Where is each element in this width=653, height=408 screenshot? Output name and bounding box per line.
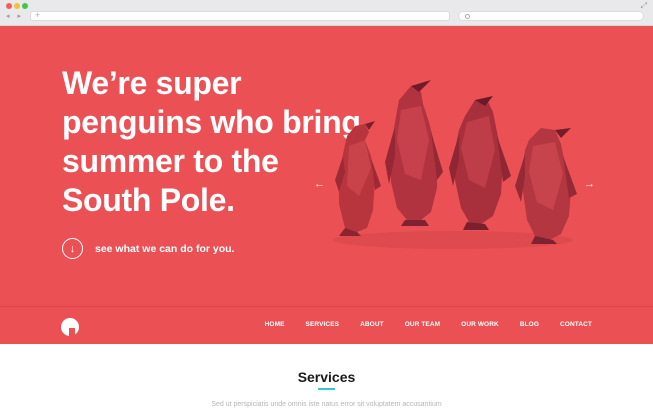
main-nav: HOME SERVICES ABOUT OUR TEAM OUR WORK BL… <box>0 306 653 344</box>
minimize-window-icon[interactable] <box>14 3 20 9</box>
penguin-4 <box>515 128 577 244</box>
browser-search-input[interactable] <box>458 11 644 21</box>
back-forward-icon[interactable]: ◂ ▸ <box>6 12 24 20</box>
arrow-down-circle-icon[interactable]: ↓ <box>62 238 83 259</box>
penguin-2 <box>385 80 443 226</box>
close-window-icon[interactable] <box>6 3 12 9</box>
search-icon <box>465 14 470 19</box>
hero-headline: We’re super penguins who bring summer to… <box>62 65 361 218</box>
nav-item-blog[interactable]: BLOG <box>520 321 539 328</box>
fullscreen-icon[interactable]: ⤢ <box>641 1 647 11</box>
slider-prev-arrow-icon[interactable]: ← <box>314 178 325 190</box>
nav-item-our-team[interactable]: OUR TEAM <box>405 321 440 328</box>
hero-section: We’re super penguins who bring summer to… <box>0 26 653 306</box>
slider-next-arrow-icon[interactable]: → <box>584 178 595 190</box>
logo-notch <box>69 328 75 336</box>
address-bar[interactable]: + <box>30 10 450 21</box>
browser-chrome: ⤢ ◂ ▸ + <box>0 0 653 26</box>
services-title: Services <box>297 369 356 385</box>
maximize-window-icon[interactable] <box>22 3 28 9</box>
site-logo[interactable] <box>61 318 79 336</box>
nav-item-our-work[interactable]: OUR WORK <box>461 321 499 328</box>
penguin-1 <box>335 121 381 236</box>
cta-link[interactable]: ↓ see what we can do for you. <box>62 238 234 259</box>
penguin-3 <box>449 96 511 230</box>
cta-text[interactable]: see what we can do for you. <box>95 243 234 255</box>
services-section: Services Sed ut perspiciatis unde omnis … <box>0 344 653 408</box>
low-poly-penguins-image <box>333 80 577 249</box>
nav-menu: HOME SERVICES ABOUT OUR TEAM OUR WORK BL… <box>244 321 592 328</box>
nav-item-services[interactable]: SERVICES <box>306 321 340 328</box>
services-subtitle: Sed ut perspiciatis unde omnis iste natu… <box>211 401 442 408</box>
title-underline <box>318 388 335 390</box>
nav-item-contact[interactable]: CONTACT <box>560 321 592 328</box>
new-tab-icon[interactable]: + <box>35 10 40 20</box>
nav-item-about[interactable]: ABOUT <box>360 321 384 328</box>
nav-item-home[interactable]: HOME <box>265 321 285 328</box>
